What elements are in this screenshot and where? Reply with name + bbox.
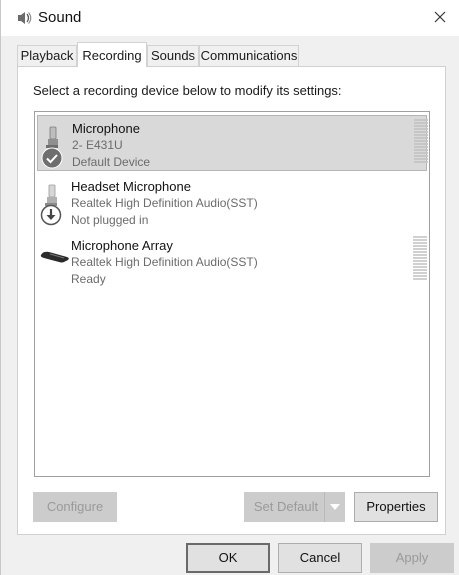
device-driver: Realtek High Definition Audio(SST) [71,196,258,210]
device-status: Ready [71,272,106,286]
device-status: Default Device [72,155,151,169]
device-driver: Realtek High Definition Audio(SST) [71,255,258,269]
cancel-button[interactable]: Cancel [278,543,362,573]
apply-button[interactable]: Apply [370,543,454,573]
level-meter [414,119,428,163]
set-default-dropdown[interactable] [324,492,345,522]
set-default-button[interactable]: Set Default [244,492,328,522]
check-icon [41,147,63,169]
recording-panel: Select a recording device below to modif… [17,66,446,535]
device-driver: 2- E431U [72,138,123,152]
device-name: Microphone [72,121,140,136]
title-bar: Sound [1,0,459,36]
window-title: Sound [38,9,82,26]
device-list[interactable]: Microphone 2- E431U Default Device Heads… [34,111,430,477]
configure-button[interactable]: Configure [33,492,117,522]
device-headset-microphone[interactable]: Headset Microphone Realtek High Definiti… [37,174,427,230]
chevron-down-icon [330,504,340,510]
tab-sounds[interactable]: Sounds [147,45,199,66]
tab-playback[interactable]: Playback [17,45,77,66]
sound-dialog: Sound Playback Recording Sounds Communic… [0,0,459,575]
instruction-text: Select a recording device below to modif… [33,83,342,98]
microphone-array-icon [40,251,69,263]
device-name: Headset Microphone [71,179,191,194]
speaker-icon [18,12,32,24]
device-status: Not plugged in [71,213,149,227]
ok-button[interactable]: OK [186,543,270,573]
tab-communications[interactable]: Communications [199,45,299,66]
level-meter [413,236,427,280]
tab-recording[interactable]: Recording [77,42,147,67]
down-arrow-icon [40,204,62,226]
device-name: Microphone Array [71,238,173,253]
close-icon[interactable] [430,7,450,27]
properties-button[interactable]: Properties [354,492,438,522]
device-microphone[interactable]: Microphone 2- E431U Default Device [37,115,428,171]
device-microphone-array[interactable]: Microphone Array Realtek High Definition… [37,233,427,289]
